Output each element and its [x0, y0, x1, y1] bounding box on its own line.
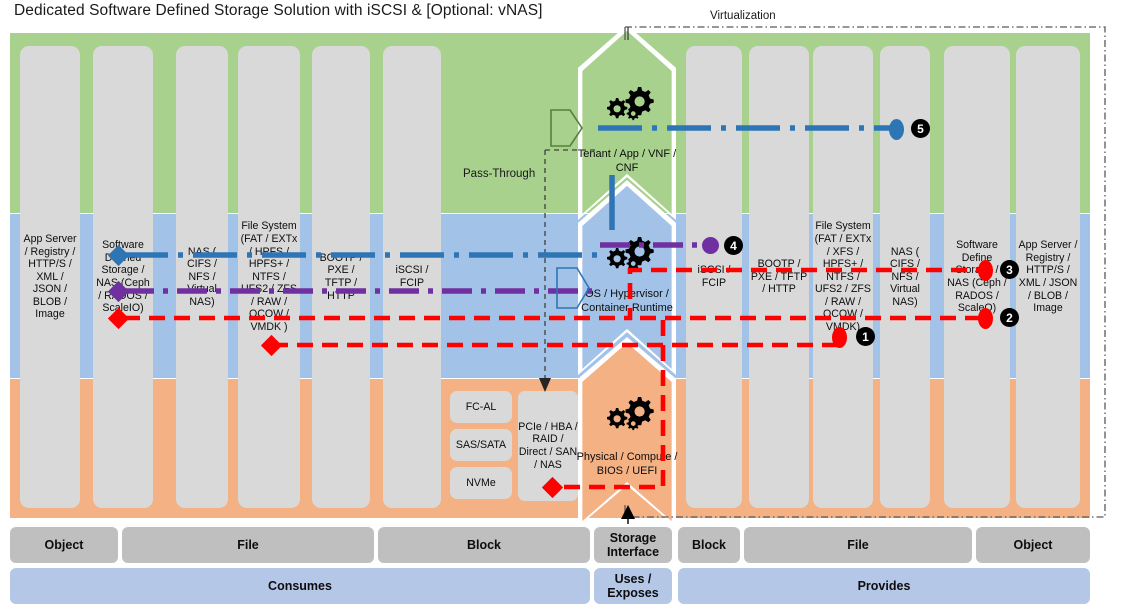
column-nas-right[interactable]: NAS ( CIFS / NFS / Virtual NAS) — [880, 46, 930, 508]
column-label: File System (FAT / EXTx / HPFS / HPFS+ /… — [240, 220, 298, 334]
chevron-label-tenant: Tenant / App / VNF / CNF — [577, 148, 677, 174]
gears-icon-tenant — [602, 83, 658, 123]
chevron-label-physical: Physical / Compute / BIOS / UEFI — [576, 451, 678, 477]
chevron-label-os: OS / Hypervisor / Container Runtime — [581, 288, 673, 314]
column-iscsi-right[interactable]: iSCSI / FCIP — [686, 46, 742, 508]
column-file-system-left[interactable]: File System (FAT / EXTx / HPFS / HPFS+ /… — [238, 46, 300, 508]
column-label: BOOTP / PXE / TFTP / HTTP — [319, 251, 363, 302]
legend-object-right[interactable]: Object — [976, 527, 1090, 563]
compute-stack: Tenant / App / VNF / CNF OS / Hypervisor… — [577, 25, 677, 527]
column-label: App Server / Registry / HTTP/S / XML / J… — [23, 232, 77, 321]
page-title: Dedicated Software Defined Storage Solut… — [14, 2, 543, 19]
column-bootp-right[interactable]: BOOTP / PXE / TFTP / HTTP — [749, 46, 809, 508]
legend-consumes[interactable]: Consumes — [10, 568, 590, 604]
diagram-canvas: Dedicated Software Defined Storage Solut… — [0, 0, 1121, 610]
endpoint-blob-1 — [832, 327, 847, 348]
endpoint-blob-5 — [889, 119, 904, 140]
legend-block-left[interactable]: Block — [378, 527, 590, 563]
marker-3[interactable]: 3 — [1000, 260, 1019, 279]
column-app-server-left[interactable]: App Server / Registry / HTTP/S / XML / J… — [20, 46, 80, 508]
virtualization-label: Virtualization — [710, 10, 776, 22]
column-label: iSCSI / FCIP — [697, 264, 731, 289]
marker-5[interactable]: 5 — [911, 119, 930, 138]
pass-through-label: Pass-Through — [463, 168, 536, 180]
legend-file-left[interactable]: File — [122, 527, 374, 563]
column-sds-nas-left[interactable]: Software Defined Storage / NAS (Ceph / R… — [93, 46, 153, 508]
column-label: Software Define Storage / NAS (Ceph / RA… — [947, 239, 1007, 315]
legend-provides[interactable]: Provides — [678, 568, 1090, 604]
column-label: File System (FAT / EXTx / XFS / HPFS+ / … — [814, 220, 872, 334]
legend-storage-interface[interactable]: Storage Interface — [594, 527, 672, 563]
gears-icon-os — [602, 233, 658, 273]
column-app-server-right[interactable]: App Server / Registry / HTTP/S / XML / J… — [1016, 46, 1080, 508]
column-label: App Server / Registry / HTTP/S / XML / J… — [1018, 239, 1078, 315]
gears-icon-physical — [602, 393, 658, 433]
marker-4[interactable]: 4 — [724, 236, 743, 255]
endpoint-blob-2 — [978, 308, 993, 329]
legend-object-left[interactable]: Object — [10, 527, 118, 563]
column-label: BOOTP / PXE / TFTP / HTTP — [750, 258, 808, 296]
box-label: NVMe — [466, 476, 496, 489]
box-sas-sata[interactable]: SAS/SATA — [450, 429, 512, 461]
column-label: NAS ( CIFS / NFS / Virtual NAS) — [889, 245, 921, 308]
legend-block-right[interactable]: Block — [678, 527, 740, 563]
box-nvme[interactable]: NVMe — [450, 467, 512, 499]
endpoint-blob-3 — [978, 260, 993, 281]
box-label: SAS/SATA — [455, 438, 507, 451]
column-sds-nas-right[interactable]: Software Define Storage / NAS (Ceph / RA… — [944, 46, 1010, 508]
marker-2[interactable]: 2 — [1000, 308, 1019, 327]
column-file-system-right[interactable]: File System (FAT / EXTx / XFS / HPFS+ / … — [813, 46, 873, 508]
column-bootp-left[interactable]: BOOTP / PXE / TFTP / HTTP — [312, 46, 370, 508]
legend-file-right[interactable]: File — [744, 527, 972, 563]
marker-1[interactable]: 1 — [856, 327, 875, 346]
box-label: PCIe / HBA / RAID / Direct / SAN / NAS — [518, 420, 578, 471]
column-nas-left[interactable]: NAS ( CIFS / NFS / Virtual NAS) — [176, 46, 228, 508]
box-label: FC-AL — [465, 400, 497, 413]
column-iscsi-left[interactable]: iSCSI / FCIP — [383, 46, 441, 508]
column-label: iSCSI / FCIP — [395, 264, 429, 289]
endpoint-blob-4 — [702, 237, 719, 254]
box-fc-al[interactable]: FC-AL — [450, 391, 512, 423]
legend-uses-exposes[interactable]: Uses / Exposes — [594, 568, 672, 604]
column-label: NAS ( CIFS / NFS / Virtual NAS) — [186, 245, 218, 308]
